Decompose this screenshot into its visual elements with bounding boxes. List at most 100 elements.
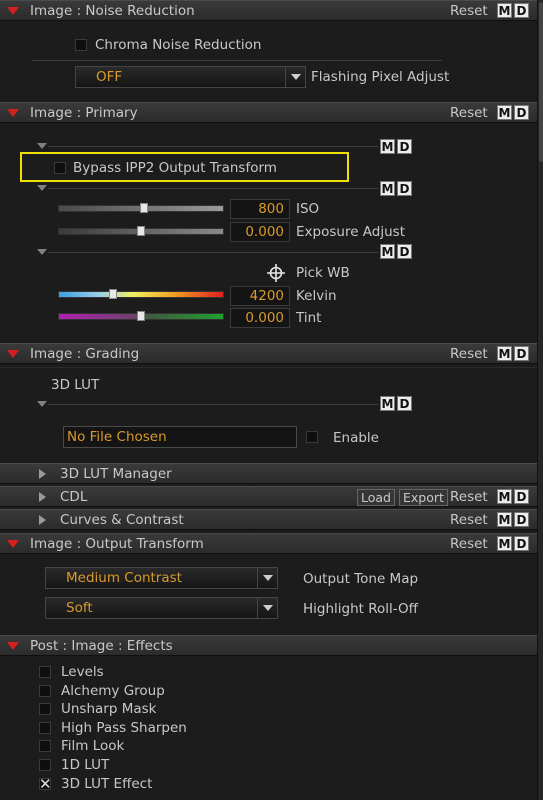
m-button[interactable]: M [380, 181, 395, 196]
exposure-slider[interactable] [58, 226, 224, 236]
export-button[interactable]: Export [399, 489, 448, 506]
output-tone-map-label: Output Tone Map [303, 571, 419, 587]
effect-checkbox-unsharp-mask[interactable] [39, 703, 51, 715]
effect-checkbox-1d-lut[interactable] [39, 759, 51, 771]
effect-checkbox-levels[interactable] [39, 666, 51, 678]
enable-checkbox[interactable] [306, 431, 318, 443]
d-button[interactable]: D [514, 105, 529, 120]
reset-button[interactable]: Reset [450, 512, 488, 528]
m-button[interactable]: M [380, 244, 395, 259]
reset-button[interactable]: Reset [450, 3, 488, 19]
kelvin-value[interactable]: 4200 [230, 286, 290, 306]
iso-value[interactable]: 800 [230, 199, 290, 219]
section-header-grading[interactable]: Image : Grading Reset M D [0, 343, 537, 364]
bypass-ipp2-label: Bypass IPP2 Output Transform [73, 160, 277, 176]
d-button[interactable]: D [397, 181, 412, 196]
chevron-down-icon[interactable] [257, 598, 277, 618]
collapse-triangle-icon[interactable] [7, 109, 19, 117]
section-title: Image : Output Transform [30, 536, 204, 552]
expand-triangle-icon[interactable] [39, 515, 46, 525]
3d-lut-label: 3D LUT [51, 377, 100, 393]
chevron-down-icon[interactable] [285, 67, 305, 87]
slider-thumb[interactable] [109, 289, 117, 299]
m-button[interactable]: M [497, 512, 512, 527]
d-button[interactable]: D [397, 396, 412, 411]
reset-button[interactable]: Reset [450, 536, 488, 552]
section-header-lut-manager[interactable]: 3D LUT Manager [0, 463, 537, 484]
d-button[interactable]: D [514, 489, 529, 504]
collapse-triangle-icon[interactable] [7, 350, 19, 358]
m-button[interactable]: M [380, 396, 395, 411]
m-button[interactable]: M [497, 3, 512, 18]
d-button[interactable]: D [514, 512, 529, 527]
kelvin-label: Kelvin [296, 288, 337, 304]
scrollbar[interactable] [537, 0, 543, 800]
section-title: Curves & Contrast [60, 512, 184, 528]
section-title: Post : Image : Effects [30, 638, 173, 654]
tint-label: Tint [296, 310, 322, 326]
crosshair-icon[interactable] [267, 264, 285, 282]
exposure-value[interactable]: 0.000 [230, 222, 290, 242]
slider-thumb[interactable] [137, 311, 145, 321]
expand-triangle-icon[interactable] [37, 249, 47, 255]
d-button[interactable]: D [514, 346, 529, 361]
slider-thumb[interactable] [137, 226, 145, 236]
highlight-rolloff-dropdown[interactable]: Soft [45, 597, 278, 619]
m-button[interactable]: M [380, 139, 395, 154]
section-header-output-transform[interactable]: Image : Output Transform Reset M D [0, 533, 537, 554]
m-button[interactable]: M [497, 105, 512, 120]
collapse-triangle-icon[interactable] [7, 7, 19, 15]
collapse-triangle-icon[interactable] [7, 642, 19, 650]
d-button[interactable]: D [514, 536, 529, 551]
section-header-cdl[interactable]: CDL Load Export Reset M D [0, 486, 537, 507]
d-button[interactable]: D [514, 3, 529, 18]
chevron-down-icon[interactable] [257, 568, 277, 588]
slider-thumb[interactable] [140, 203, 148, 213]
flashing-pixel-label: Flashing Pixel Adjust [311, 69, 450, 85]
section-header-noise-reduction[interactable]: Image : Noise Reduction Reset M D [0, 0, 537, 21]
expand-triangle-icon[interactable] [37, 185, 47, 191]
tint-slider[interactable] [58, 311, 224, 321]
effect-checkbox-high-pass-sharpen[interactable] [39, 722, 51, 734]
effect-label: 1D LUT [61, 757, 110, 773]
lut-file-field[interactable]: No File Chosen [63, 426, 297, 448]
section-title: CDL [60, 489, 88, 505]
section-header-effects[interactable]: Post : Image : Effects [0, 635, 537, 656]
tint-value[interactable]: 0.000 [230, 308, 290, 328]
chroma-noise-label: Chroma Noise Reduction [95, 37, 262, 53]
expand-triangle-icon[interactable] [37, 143, 47, 149]
m-button[interactable]: M [497, 489, 512, 504]
reset-button[interactable]: Reset [450, 346, 488, 362]
reset-button[interactable]: Reset [450, 489, 488, 505]
scrollbar-thumb[interactable] [539, 2, 543, 162]
bypass-ipp2-checkbox[interactable] [54, 162, 66, 174]
expand-triangle-icon[interactable] [37, 401, 47, 407]
dropdown-value: Soft [66, 600, 93, 616]
effect-label: 3D LUT Effect [61, 776, 153, 792]
iso-slider[interactable] [58, 203, 224, 213]
expand-triangle-icon[interactable] [39, 469, 46, 479]
effect-label: Levels [61, 664, 104, 680]
section-header-curves[interactable]: Curves & Contrast Reset M D [0, 509, 537, 530]
enable-label: Enable [333, 430, 379, 446]
expand-triangle-icon[interactable] [39, 492, 46, 502]
effect-label: Alchemy Group [61, 683, 165, 699]
load-button[interactable]: Load [357, 489, 395, 506]
effect-checkbox-3d-lut-effect[interactable]: ✕ [39, 777, 52, 792]
effect-checkbox-film-look[interactable] [39, 740, 51, 752]
chroma-noise-checkbox[interactable] [75, 39, 87, 51]
reset-button[interactable]: Reset [450, 105, 488, 121]
section-title: Image : Primary [30, 105, 138, 121]
collapse-triangle-icon[interactable] [7, 540, 19, 548]
flashing-pixel-dropdown[interactable]: OFF [75, 66, 306, 88]
d-button[interactable]: D [397, 139, 412, 154]
effect-checkbox-alchemy-group[interactable] [39, 685, 51, 697]
kelvin-slider[interactable] [58, 289, 224, 299]
section-title: 3D LUT Manager [60, 466, 172, 482]
d-button[interactable]: D [397, 244, 412, 259]
pick-wb-label[interactable]: Pick WB [296, 265, 350, 281]
section-header-primary[interactable]: Image : Primary Reset M D [0, 102, 537, 123]
m-button[interactable]: M [497, 536, 512, 551]
m-button[interactable]: M [497, 346, 512, 361]
output-tone-map-dropdown[interactable]: Medium Contrast [45, 567, 278, 589]
